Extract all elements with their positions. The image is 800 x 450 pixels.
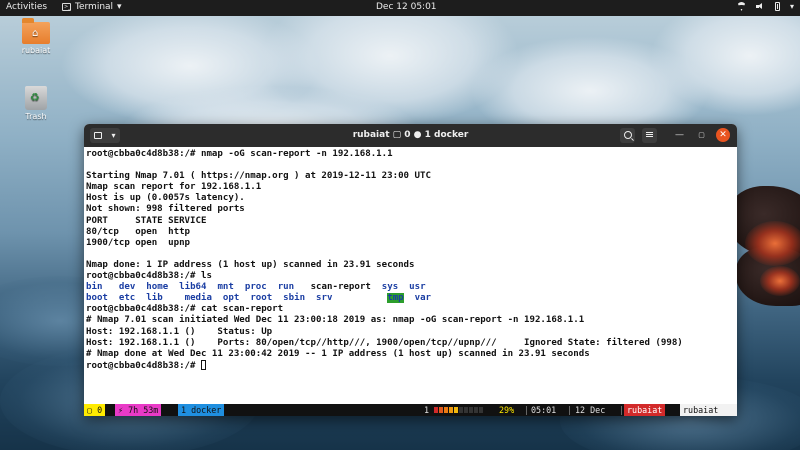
power-menu-icon[interactable]: ▾ bbox=[790, 2, 794, 11]
load-bar-segment bbox=[439, 407, 443, 413]
maximize-icon: ▢ bbox=[698, 131, 705, 139]
ls-output-row: boot etc lib media opt root sbin srv tmp… bbox=[86, 293, 734, 304]
chevron-down-icon: ▾ bbox=[117, 2, 122, 12]
search-button[interactable] bbox=[620, 128, 635, 143]
ls-entry: lib bbox=[146, 293, 163, 304]
wallpaper-lava bbox=[760, 266, 800, 296]
load-bar-segment bbox=[464, 407, 468, 413]
ls-entry: lib64 bbox=[179, 282, 207, 293]
terminal-line: root@cbba0c4d8b38:/# ls bbox=[86, 271, 212, 282]
app-menu[interactable]: >_ Terminal ▾ bbox=[62, 2, 122, 12]
terminal-line: # Nmap done at Wed Dec 11 23:00:42 2019 … bbox=[86, 348, 590, 359]
app-menu-label: Terminal bbox=[75, 2, 114, 12]
ls-entry: opt bbox=[222, 293, 240, 304]
window-title: rubaiat ▢ 0 ● 1 docker bbox=[352, 130, 469, 140]
battery-icon[interactable] bbox=[774, 2, 780, 11]
text-cursor[interactable] bbox=[200, 359, 206, 370]
load-bar-segment bbox=[449, 407, 453, 413]
ls-entry: run bbox=[277, 282, 295, 293]
ls-entry: tmp bbox=[387, 293, 404, 304]
ls-entry: sbin bbox=[283, 293, 306, 304]
status-time: 05:01 bbox=[531, 405, 557, 415]
volume-icon[interactable] bbox=[755, 2, 765, 11]
terminal-line: root@cbba0c4d8b38:/# cat scan-report bbox=[86, 304, 284, 315]
load-bar-segment bbox=[469, 407, 473, 413]
status-user: rubaiat bbox=[624, 404, 666, 416]
home-folder-icon: ⌂ bbox=[22, 18, 50, 44]
terminal-line: Nmap done: 1 IP address (1 host up) scan… bbox=[86, 259, 415, 270]
ls-output-row: bin dev home lib64 mnt proc run scan-rep… bbox=[86, 282, 734, 293]
terminal-line: 80/tcp open http bbox=[86, 226, 191, 237]
terminal-line: Starting Nmap 7.01 ( https://nmap.org ) … bbox=[86, 171, 431, 182]
maximize-button[interactable]: ▢ bbox=[694, 128, 709, 143]
terminal-output[interactable]: root@cbba0c4d8b38:/# nmap -oG scan-repor… bbox=[86, 149, 734, 405]
menu-icon bbox=[646, 134, 653, 135]
load-bar-segment bbox=[474, 407, 478, 413]
ls-entry: boot bbox=[86, 293, 108, 304]
status-date: 12 Dec bbox=[575, 405, 606, 415]
terminal-line: # Nmap 7.01 scan initiated Wed Dec 11 23… bbox=[86, 315, 585, 326]
activities-button[interactable]: Activities bbox=[6, 2, 47, 12]
terminal-titlebar[interactable]: ▾ rubaiat ▢ 0 ● 1 docker — ▢ ✕ bbox=[84, 124, 737, 147]
terminal-line: 1900/tcp open upnp bbox=[86, 237, 191, 248]
system-tray[interactable]: ▾ bbox=[736, 2, 794, 11]
tmux-status-bar: ▢ 0 ⚡ 7h 53m 1 docker 1 29% | 05:01 | 12… bbox=[84, 404, 737, 416]
ls-entry: media bbox=[184, 293, 212, 304]
load-bar-segment bbox=[454, 407, 458, 413]
terminal-line: PORT STATE SERVICE bbox=[86, 215, 207, 226]
status-window-tab[interactable]: 1 docker bbox=[178, 404, 225, 416]
terminal-line: Nmap scan report for 192.168.1.1 bbox=[86, 182, 262, 193]
ls-entry: var bbox=[414, 293, 432, 304]
terminal-line: Not shown: 998 filtered ports bbox=[86, 204, 245, 215]
terminal-prompt-line: root@cbba0c4d8b38:/# bbox=[86, 359, 734, 371]
ls-entry: proc bbox=[244, 282, 267, 293]
terminal-line: Host is up (0.0057s latency). bbox=[86, 193, 245, 204]
terminal-line: root@cbba0c4d8b38:/# nmap -oG scan-repor… bbox=[86, 149, 393, 159]
ls-entry: bin bbox=[86, 282, 103, 293]
status-host: rubaiat bbox=[680, 404, 737, 416]
close-button[interactable]: ✕ bbox=[716, 128, 730, 142]
wallpaper-lava bbox=[745, 221, 800, 266]
terminal-prompt: root@cbba0c4d8b38:/# bbox=[86, 360, 201, 371]
desktop-icon-label: Trash bbox=[25, 112, 47, 121]
search-icon bbox=[623, 130, 632, 139]
menu-button[interactable] bbox=[642, 128, 657, 143]
trash-icon: ♻ bbox=[25, 86, 47, 110]
clock[interactable]: Dec 12 05:01 bbox=[376, 2, 437, 12]
top-panel: Activities >_ Terminal ▾ Dec 12 05:01 ▾ bbox=[0, 0, 800, 16]
minimize-icon: — bbox=[675, 130, 684, 140]
status-percent: 29% bbox=[499, 405, 515, 415]
terminal-window[interactable]: ▾ rubaiat ▢ 0 ● 1 docker — ▢ ✕ root@cbba… bbox=[84, 124, 737, 416]
status-pane-counter: ▢ 0 bbox=[84, 404, 106, 416]
desktop-icon-home[interactable]: ⌂ rubaiat bbox=[16, 18, 56, 55]
load-bar-segment bbox=[459, 407, 463, 413]
ls-entry: root bbox=[250, 293, 273, 304]
desktop-icon-trash[interactable]: ♻ Trash bbox=[16, 86, 56, 121]
terminal-line: Host: 192.168.1.1 () Ports: 80/open/tcp/… bbox=[86, 337, 683, 348]
desktop-icon-label: rubaiat bbox=[21, 46, 51, 55]
ls-entry: dev bbox=[118, 282, 136, 293]
status-load-bars bbox=[434, 407, 484, 413]
close-icon: ✕ bbox=[719, 130, 727, 140]
status-number: 1 bbox=[424, 405, 430, 415]
terminal-icon: >_ bbox=[62, 3, 71, 11]
ls-entry: mnt bbox=[217, 282, 234, 293]
terminal-line: Host: 192.168.1.1 () Status: Up bbox=[86, 326, 273, 337]
load-bar-segment bbox=[444, 407, 448, 413]
status-uptime: ⚡ 7h 53m bbox=[115, 404, 162, 416]
ls-entry: srv bbox=[316, 293, 333, 304]
minimize-button[interactable]: — bbox=[672, 128, 687, 143]
load-bar-segment bbox=[479, 407, 483, 413]
ls-entry: etc bbox=[118, 293, 136, 304]
ls-entry: home bbox=[146, 282, 169, 293]
load-bar-segment bbox=[434, 407, 438, 413]
network-wifi-icon[interactable] bbox=[736, 2, 746, 11]
ls-entry: sys bbox=[381, 282, 399, 293]
ls-entry: scan-report bbox=[310, 282, 371, 293]
ls-entry: usr bbox=[409, 282, 426, 293]
